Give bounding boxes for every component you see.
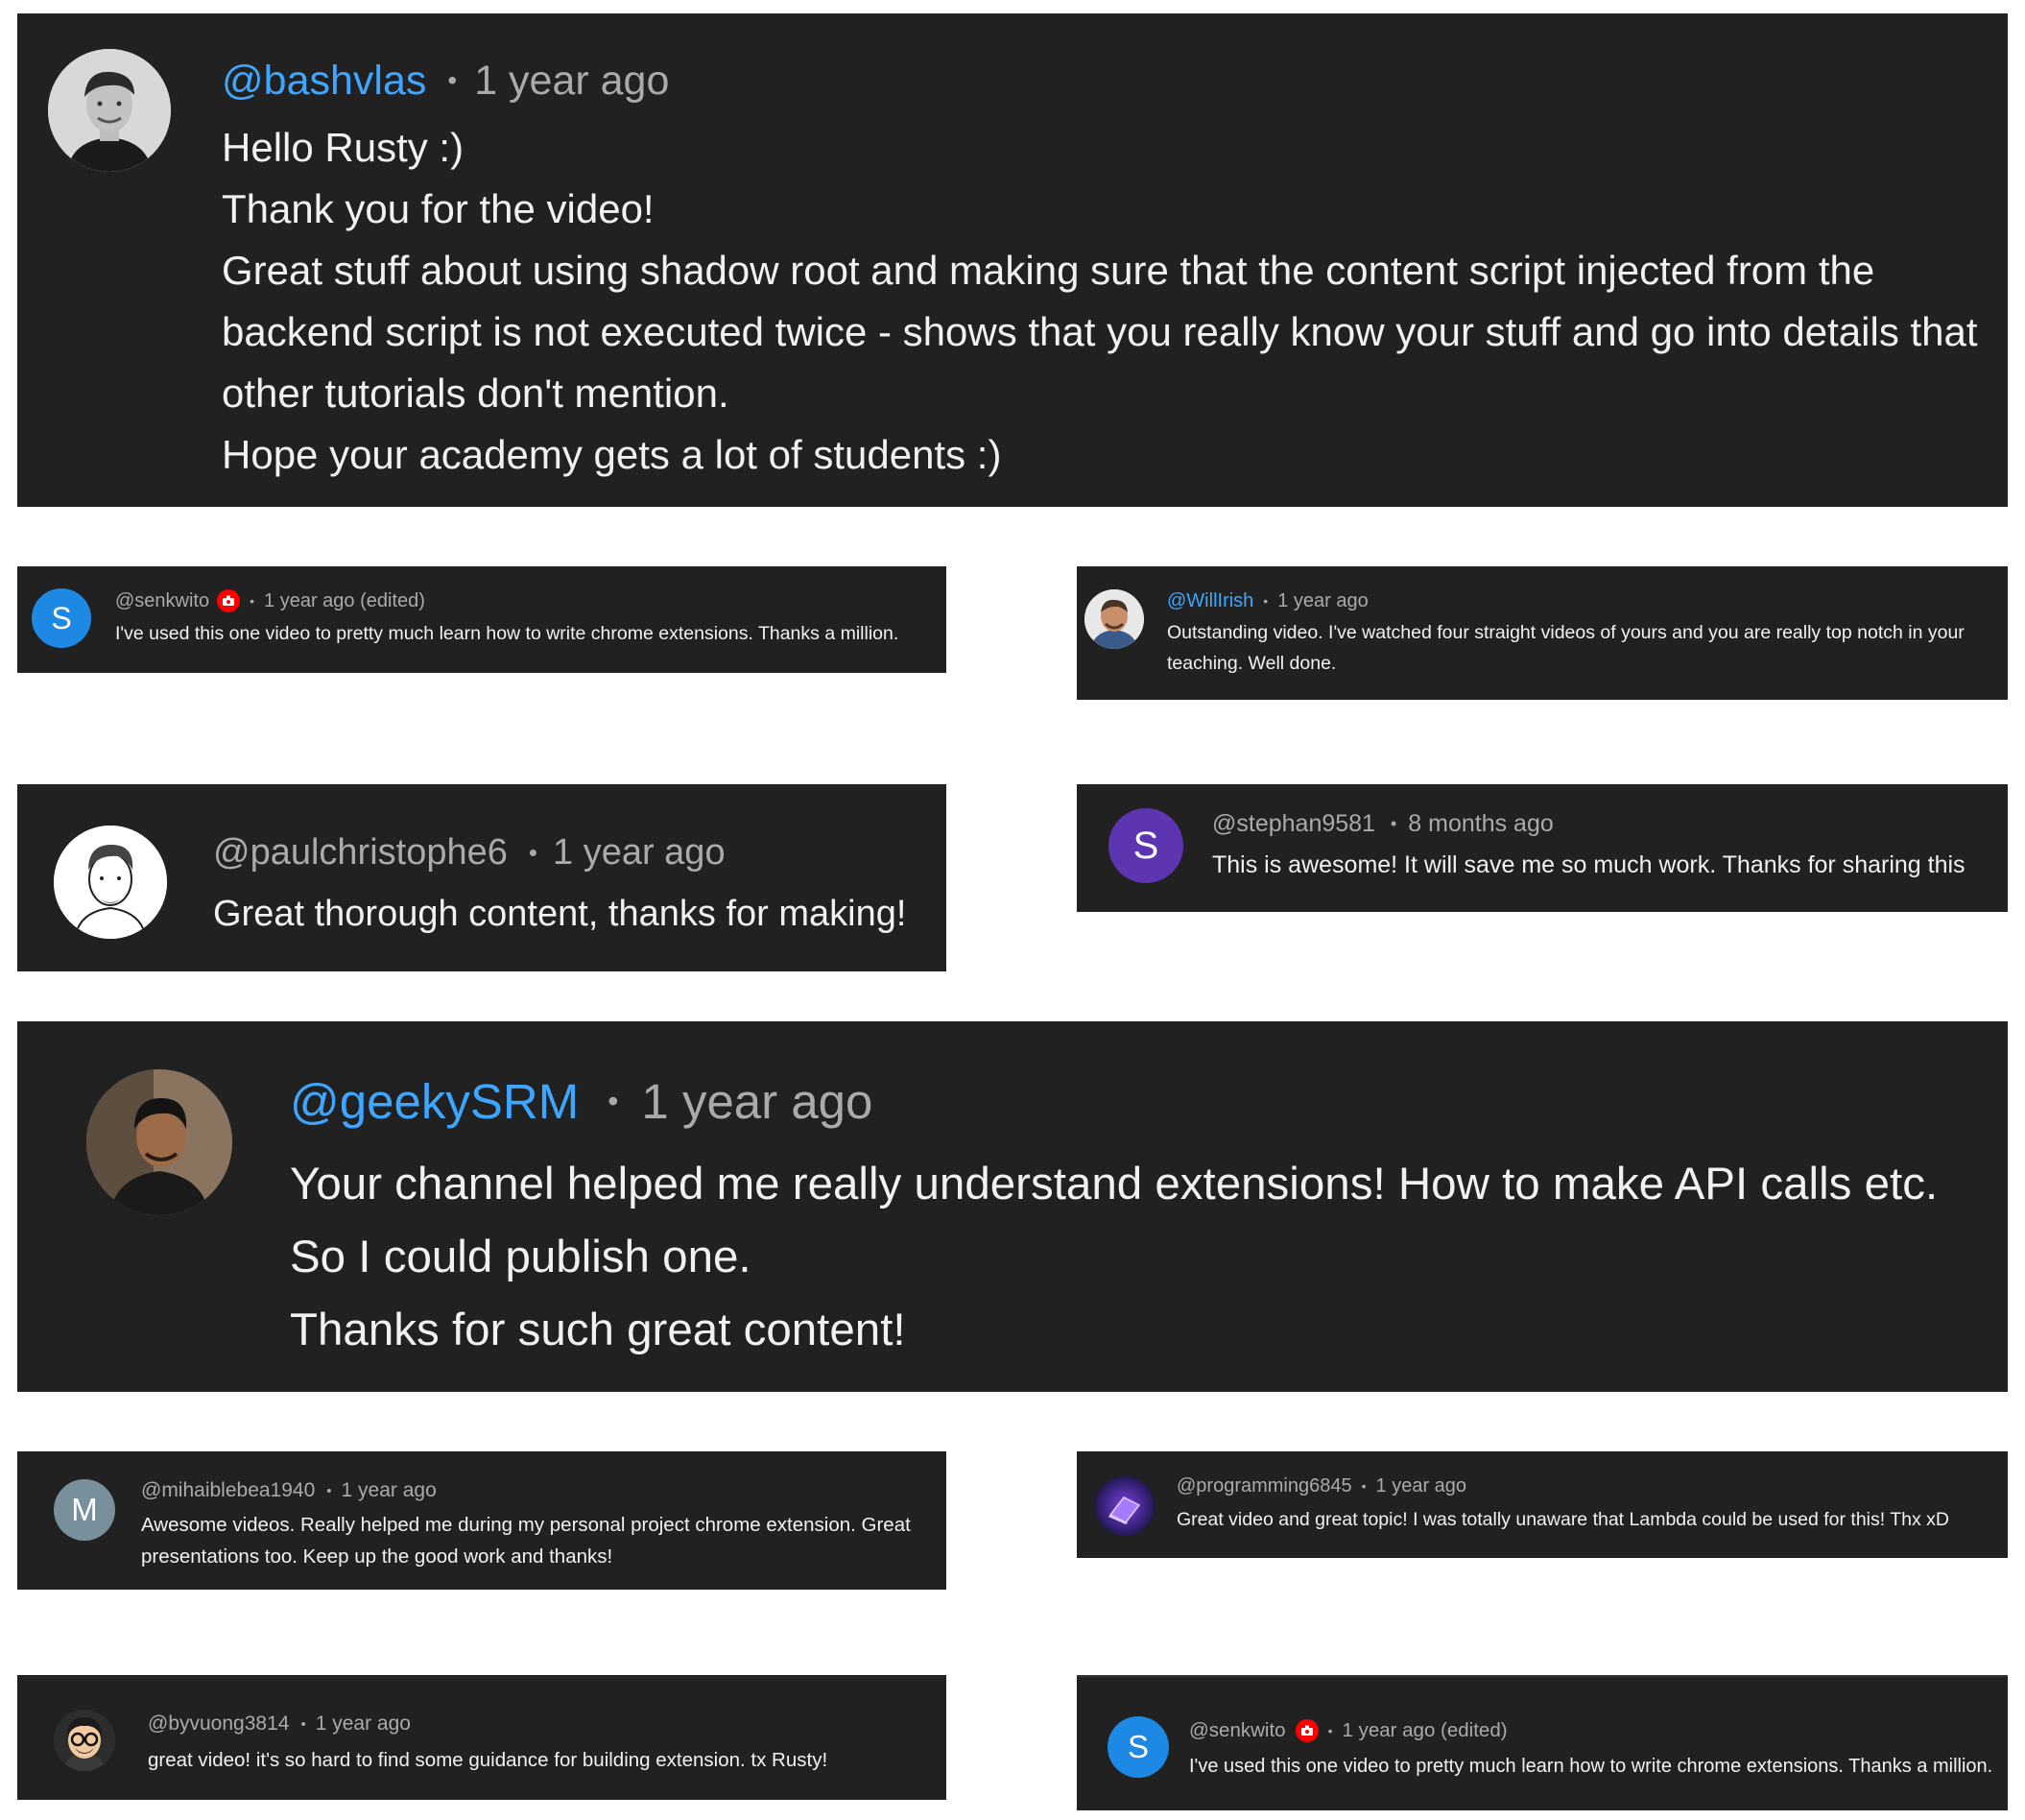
- comment-card-senkwito: S @senkwito • 1 year ago (edited) I've u…: [17, 566, 946, 673]
- comment-text: This is awesome! It will save me so much…: [1212, 851, 1965, 878]
- comment-author-link[interactable]: @senkwito: [1189, 1719, 1286, 1742]
- portrait-photo-icon: [48, 49, 171, 172]
- comment-text: I've used this one video to pretty much …: [115, 623, 899, 644]
- comment-author-link[interactable]: @senkwito: [115, 590, 209, 612]
- comment-timestamp[interactable]: 1 year ago (edited): [264, 590, 425, 612]
- avatar-willirish[interactable]: [1084, 589, 1144, 649]
- comment-author-link[interactable]: @paulchristophe6: [213, 832, 508, 874]
- comment-content: @WillIrish • 1 year ago Outstanding vide…: [1167, 585, 2000, 679]
- comment-author-link[interactable]: @stephan9581: [1212, 810, 1375, 838]
- portrait-photo-icon: [86, 1069, 232, 1215]
- comment-content: @byvuong3814 • 1 year ago great video! i…: [148, 1707, 939, 1780]
- comment-content: @geekySRM • 1 year ago Your channel help…: [290, 1069, 2000, 1367]
- comment-author-link[interactable]: @WillIrish: [1167, 590, 1253, 612]
- comment-card-bashvlas: @bashvlas • 1 year ago Hello Rusty :) Th…: [17, 13, 2008, 507]
- avatar-mihaiblebea1940[interactable]: M: [54, 1479, 115, 1541]
- sketch-portrait-icon: [54, 826, 167, 939]
- comment-timestamp[interactable]: 1 year ago (edited): [1342, 1719, 1507, 1742]
- avatar-bashvlas[interactable]: [48, 49, 171, 172]
- separator-dot: •: [250, 593, 255, 609]
- comment-card-stephan9581: S @stephan9581 • 8 months ago This is aw…: [1077, 784, 2008, 912]
- comment-author-link[interactable]: @programming6845: [1177, 1475, 1352, 1497]
- comment-author-link[interactable]: @bashvlas: [222, 58, 426, 105]
- separator-dot: •: [1390, 813, 1397, 833]
- comment-card-programming6845: @programming6845 • 1 year ago Great vide…: [1077, 1451, 2008, 1558]
- portrait-photo-icon: [1084, 589, 1144, 649]
- comment-card-willirish: @WillIrish • 1 year ago Outstanding vide…: [1077, 566, 2008, 700]
- comment-text: Your channel helped me really understand…: [290, 1159, 1939, 1355]
- comment-timestamp[interactable]: 8 months ago: [1408, 810, 1554, 838]
- avatar-programming6845[interactable]: [1095, 1476, 1155, 1536]
- comment-card-byvuong3814: @byvuong3814 • 1 year ago great video! i…: [17, 1675, 946, 1800]
- comment-timestamp[interactable]: 1 year ago: [474, 58, 669, 105]
- comment-timestamp[interactable]: 1 year ago: [1277, 590, 1369, 612]
- red-camera-badge-icon: [1295, 1719, 1319, 1742]
- comment-card-mihaiblebea1940: M @mihaiblebea1940 • 1 year ago Awesome …: [17, 1451, 946, 1590]
- avatar-paulchristophe6[interactable]: [54, 826, 167, 939]
- comment-card-geekysrm: @geekySRM • 1 year ago Your channel help…: [17, 1021, 2008, 1392]
- comment-timestamp[interactable]: 1 year ago: [1376, 1475, 1467, 1497]
- avatar-letter: S: [1132, 824, 1159, 867]
- comment-text: Great thorough content, thanks for makin…: [213, 894, 907, 934]
- comment-timestamp[interactable]: 1 year ago: [641, 1073, 872, 1130]
- comment-content: @bashvlas • 1 year ago Hello Rusty :) Th…: [222, 54, 2000, 486]
- comment-content: @programming6845 • 1 year ago Great vide…: [1177, 1470, 2000, 1537]
- red-camera-badge-icon: [217, 589, 241, 612]
- comment-text: Outstanding video. I've watched four str…: [1167, 622, 1965, 674]
- comment-timestamp[interactable]: 1 year ago: [316, 1712, 411, 1736]
- comment-content: @mihaiblebea1940 • 1 year ago Awesome vi…: [141, 1474, 939, 1572]
- avatar-senkwito[interactable]: S: [1108, 1716, 1169, 1778]
- avatar-senkwito[interactable]: S: [32, 588, 91, 648]
- comment-content: @paulchristophe6 • 1 year ago Great thor…: [213, 828, 939, 947]
- comment-author-link[interactable]: @geekySRM: [290, 1073, 579, 1130]
- avatar-byvuong3814[interactable]: [54, 1710, 115, 1771]
- separator-dot: •: [608, 1083, 619, 1118]
- comment-card-senkwito-2: S @senkwito • 1 year ago (edited) I've u…: [1077, 1675, 2008, 1810]
- separator-dot: •: [1361, 1478, 1367, 1494]
- avatar-letter: S: [1127, 1729, 1149, 1764]
- comment-content: @senkwito • 1 year ago (edited) I've use…: [1189, 1713, 2000, 1784]
- laptop-logo-icon: [1095, 1476, 1155, 1536]
- comment-card-paulchristophe6: @paulchristophe6 • 1 year ago Great thor…: [17, 784, 946, 971]
- separator-dot: •: [528, 837, 537, 867]
- memoji-glasses-icon: [54, 1710, 115, 1771]
- comment-text: I've used this one video to pretty much …: [1189, 1756, 1993, 1777]
- avatar-letter: S: [51, 600, 72, 635]
- avatar-stephan9581[interactable]: S: [1108, 808, 1183, 883]
- avatar-geekysrm[interactable]: [86, 1069, 232, 1215]
- comment-text: great video! it's so hard to find some g…: [148, 1749, 828, 1771]
- comment-content: @senkwito • 1 year ago (edited) I've use…: [115, 585, 939, 650]
- comment-timestamp[interactable]: 1 year ago: [553, 832, 726, 874]
- comment-author-link[interactable]: @byvuong3814: [148, 1712, 289, 1736]
- separator-dot: •: [447, 65, 458, 95]
- avatar-letter: M: [71, 1492, 98, 1527]
- separator-dot: •: [326, 1482, 332, 1499]
- separator-dot: •: [1327, 1723, 1333, 1738]
- comment-text: Hello Rusty :) Thank you for the video! …: [222, 125, 1978, 477]
- separator-dot: •: [300, 1715, 306, 1733]
- comment-author-link[interactable]: @mihaiblebea1940: [141, 1479, 315, 1502]
- comment-timestamp[interactable]: 1 year ago: [342, 1479, 437, 1502]
- comment-text: Awesome videos. Really helped me during …: [141, 1514, 911, 1568]
- separator-dot: •: [1263, 593, 1269, 609]
- comment-text: Great video and great topic! I was total…: [1177, 1509, 1950, 1530]
- comment-content: @stephan9581 • 8 months ago This is awes…: [1212, 805, 2000, 888]
